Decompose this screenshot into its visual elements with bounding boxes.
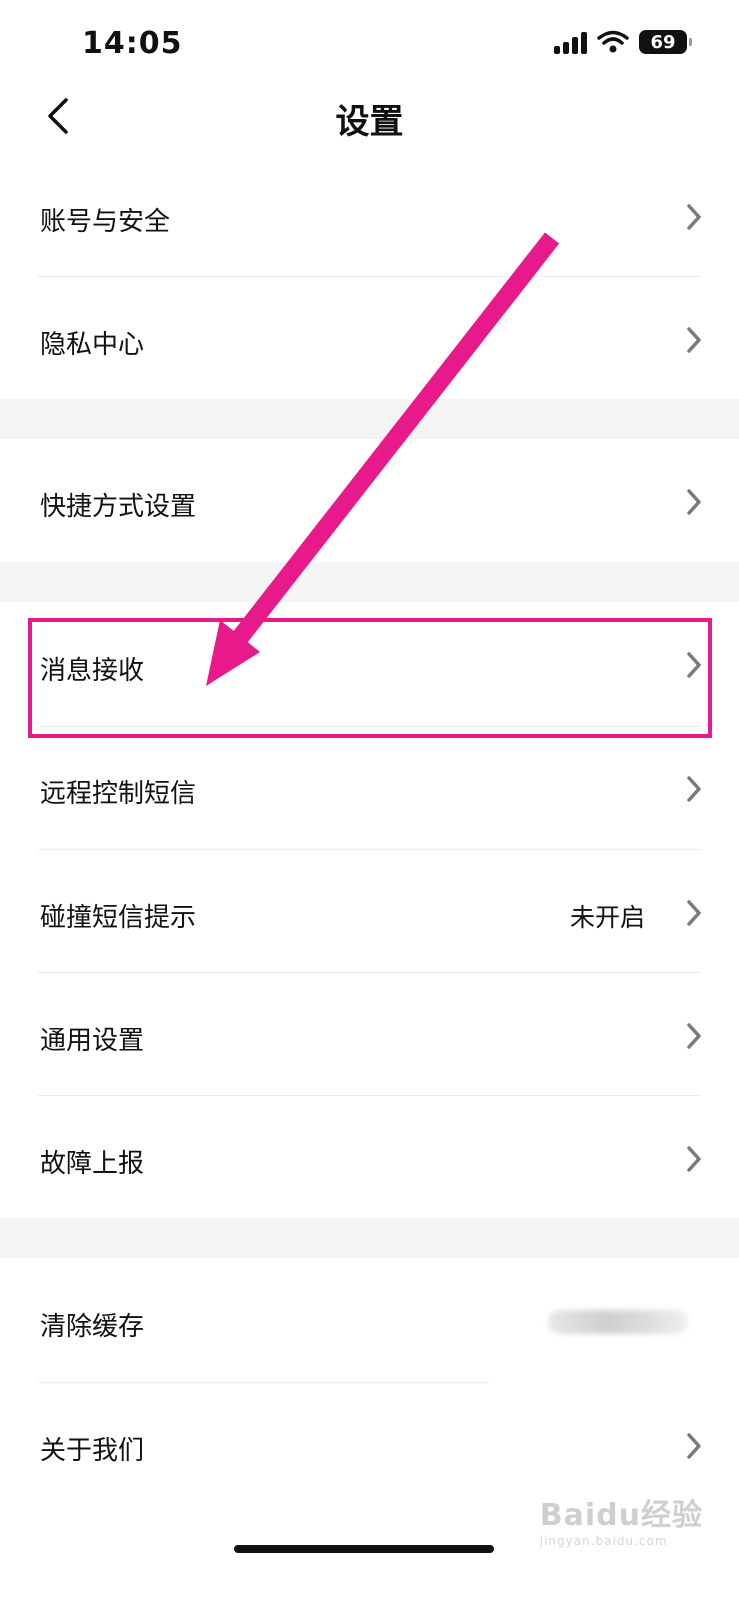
section-gap [0,562,739,602]
chevron-right-icon [687,1023,701,1049]
chevron-right-icon [687,776,701,802]
settings-item-privacy-center[interactable]: 隐私中心 [0,277,739,399]
page-title: 设置 [335,102,404,142]
settings-item-label: 账号与安全 [40,207,171,237]
status-bar: 14:05 69 [0,0,739,90]
signal-icon [554,30,587,54]
section-gap [0,399,739,439]
chevron-right-icon [687,327,701,353]
cache-size-blurred [548,1310,688,1334]
settings-item-label: 故障上报 [40,1149,145,1179]
chevron-right-icon [687,1146,701,1172]
battery-icon: 69 [639,30,692,54]
settings-item-clear-cache[interactable]: 清除缓存 [0,1258,739,1382]
status-icons: 69 [554,30,692,54]
chevron-right-icon [687,900,701,926]
settings-item-label: 隐私中心 [40,330,145,360]
battery-level: 69 [650,31,676,53]
wifi-icon [597,30,629,53]
settings-item-shortcut-settings[interactable]: 快捷方式设置 [0,439,739,562]
settings-item-label: 关于我们 [40,1436,145,1466]
settings-item-label: 远程控制短信 [40,779,197,809]
settings-item-label: 快捷方式设置 [40,492,197,522]
baidu-watermark: Baidu经验 jingyan.baidu.com [540,1490,703,1548]
settings-item-collision-sms[interactable]: 碰撞短信提示 未开启 [0,850,739,972]
annotation-highlight-box [28,618,712,738]
home-indicator[interactable] [234,1545,494,1553]
section-gap [0,1218,739,1258]
settings-item-about-us[interactable]: 关于我们 [0,1383,739,1505]
settings-item-label: 清除缓存 [40,1312,145,1342]
settings-item-label: 通用设置 [40,1026,145,1056]
collision-sms-status: 未开启 [569,903,645,932]
status-time: 14:05 [82,26,183,61]
chevron-right-icon [687,489,701,515]
nav-header: 设置 [0,80,739,152]
settings-item-account-security[interactable]: 账号与安全 [0,155,739,277]
watermark-url: jingyan.baidu.com [539,1534,668,1548]
chevron-right-icon [687,204,701,230]
watermark-brand: Baidu经验 [539,1498,703,1533]
settings-item-remote-sms[interactable]: 远程控制短信 [0,727,739,849]
settings-item-general-settings[interactable]: 通用设置 [0,973,739,1095]
chevron-right-icon [687,1433,701,1459]
settings-item-label: 碰撞短信提示 [40,903,197,933]
settings-item-fault-report[interactable]: 故障上报 [0,1096,739,1218]
